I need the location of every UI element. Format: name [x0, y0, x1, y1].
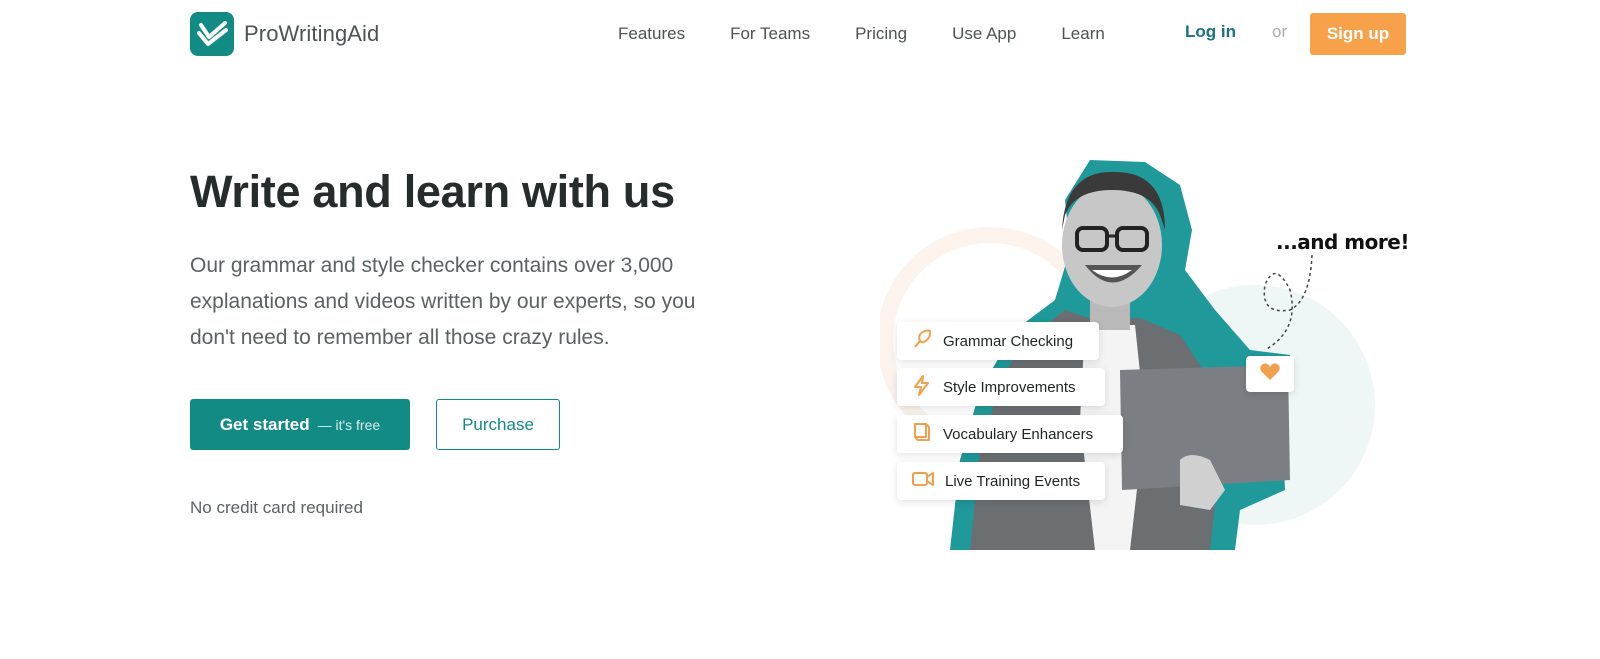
get-started-sublabel: — it's free — [317, 416, 381, 433]
main-nav: Features For Teams Pricing Use App Learn — [618, 0, 1150, 68]
logo-link[interactable]: ProWritingAid — [190, 12, 379, 56]
hero-title: Write and learn with us — [190, 166, 675, 217]
and-more-label: ...and more! — [1276, 230, 1409, 254]
logo-icon — [190, 12, 234, 56]
purchase-button[interactable]: Purchase — [436, 399, 560, 450]
book-icon — [911, 421, 933, 448]
feature-label: Grammar Checking — [943, 332, 1074, 350]
feature-label: Live Training Events — [945, 472, 1081, 490]
heart-icon — [1259, 362, 1281, 387]
brand-name: ProWritingAid — [244, 21, 380, 46]
or-separator: or — [1272, 22, 1288, 41]
video-camera-icon — [911, 468, 935, 495]
get-started-button[interactable]: Get started — it's free — [190, 399, 410, 450]
feature-label: Vocabulary Enhancers — [943, 425, 1094, 443]
feature-card-vocabulary[interactable]: Vocabulary Enhancers — [897, 415, 1123, 453]
signup-button[interactable]: Sign up — [1310, 13, 1406, 55]
quill-icon — [911, 328, 933, 355]
login-link[interactable]: Log in — [1185, 22, 1236, 42]
feature-card-style[interactable]: Style Improvements — [897, 368, 1105, 406]
hero-description: Our grammar and style checker contains o… — [190, 254, 696, 349]
nav-item-learn[interactable]: Learn — [1061, 24, 1104, 44]
nav-item-use-app[interactable]: Use App — [952, 24, 1016, 44]
heart-card — [1246, 356, 1294, 392]
site-header: ProWritingAid Features For Teams Pricing… — [0, 0, 1600, 68]
nav-item-pricing[interactable]: Pricing — [855, 24, 907, 44]
feature-card-grammar[interactable]: Grammar Checking — [897, 322, 1099, 360]
feature-label: Style Improvements — [943, 378, 1076, 396]
nav-item-for-teams[interactable]: For Teams — [730, 24, 810, 44]
lightning-icon — [911, 374, 933, 401]
no-credit-card-note: No credit card required — [190, 498, 363, 517]
feature-card-training[interactable]: Live Training Events — [897, 462, 1105, 500]
get-started-label: Get started — [219, 414, 310, 434]
nav-item-features[interactable]: Features — [618, 24, 685, 44]
